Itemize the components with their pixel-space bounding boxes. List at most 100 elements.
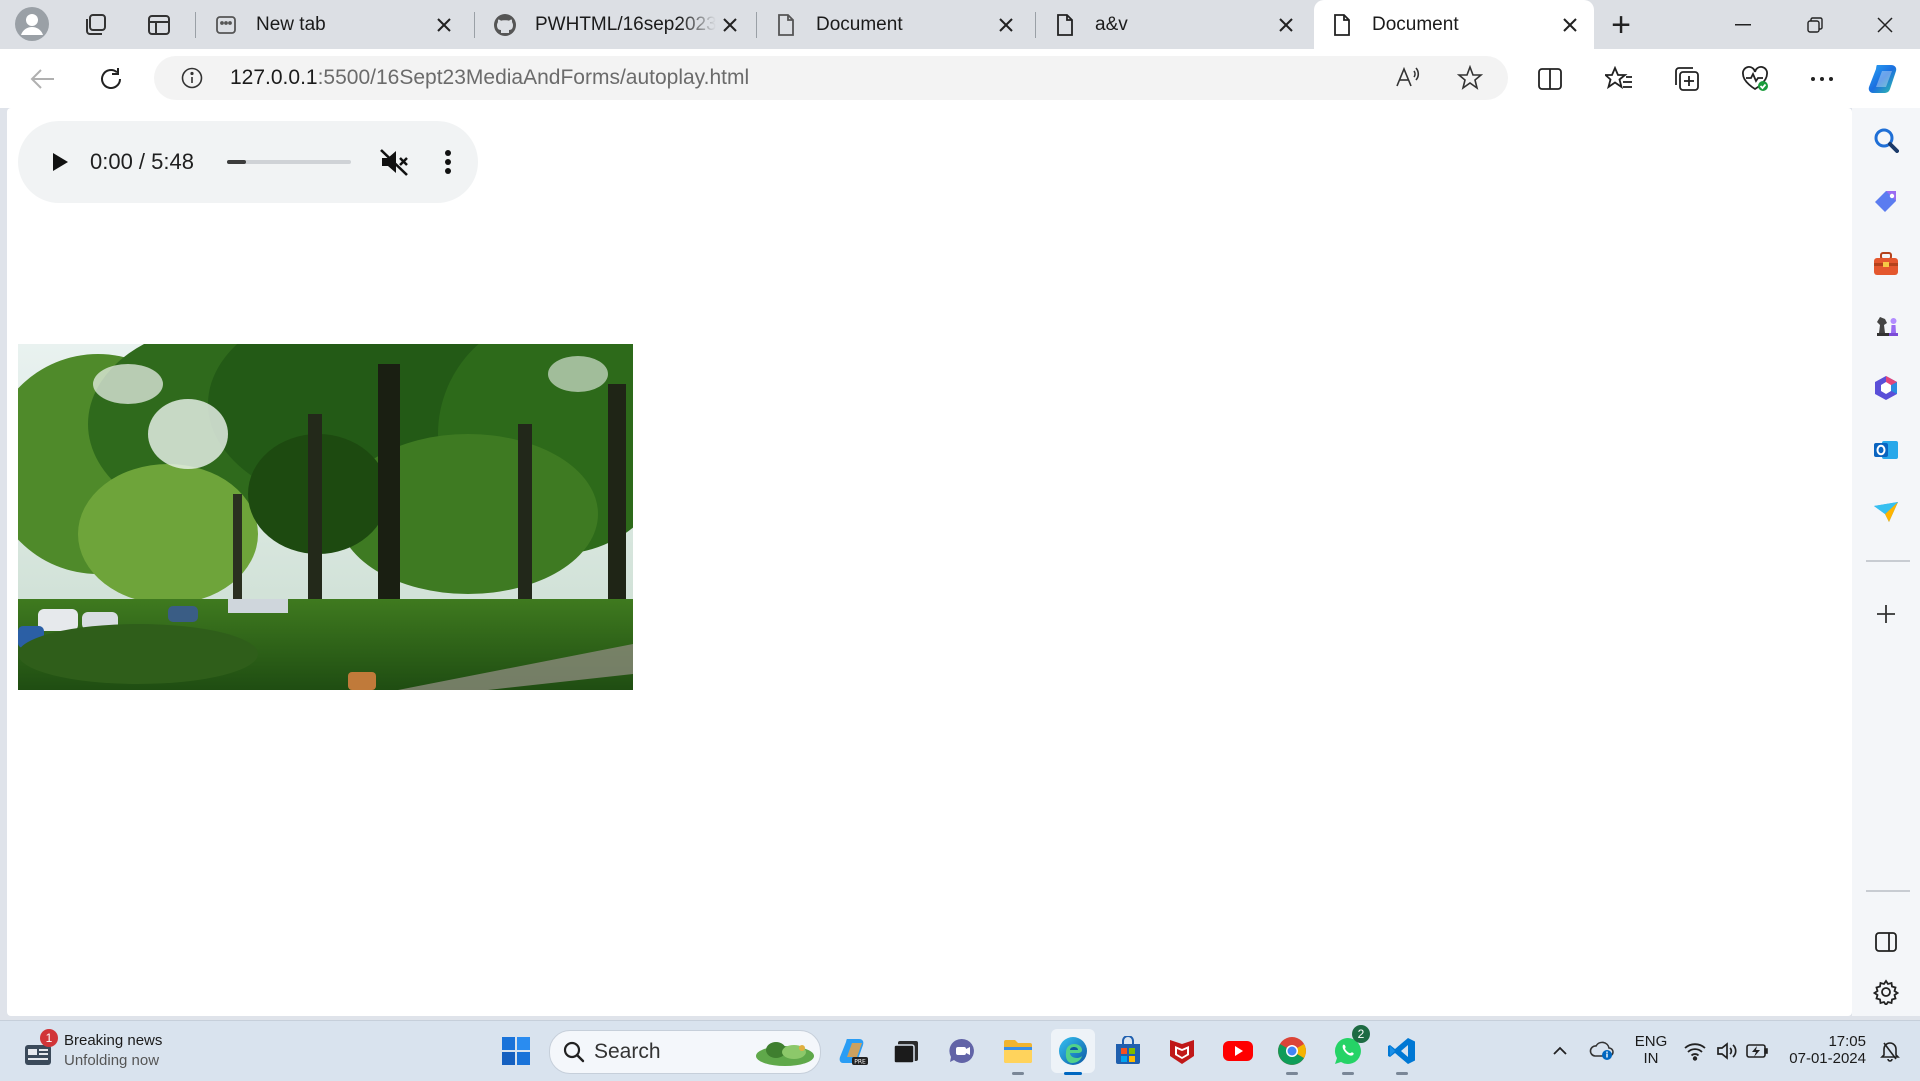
tab-title: Document — [1372, 13, 1459, 35]
clock-time: 17:05 — [1828, 1033, 1866, 1050]
favorite-star-icon[interactable] — [1456, 64, 1484, 92]
taskbar-search[interactable]: Search — [549, 1030, 821, 1074]
more-options-icon[interactable] — [1805, 62, 1839, 96]
notification-bell-icon[interactable] — [1872, 1029, 1908, 1073]
tab-separator — [1035, 12, 1036, 38]
copilot-preview-icon[interactable]: PRE — [832, 1029, 876, 1073]
start-button[interactable] — [494, 1029, 538, 1073]
restore-button[interactable] — [1780, 0, 1850, 49]
search-label: Search — [594, 1040, 661, 1063]
panel-icon[interactable] — [1866, 922, 1906, 962]
copilot-icon[interactable] — [1866, 60, 1904, 98]
vertical-tabs-icon[interactable] — [144, 10, 174, 40]
audio-progress — [227, 160, 246, 164]
tab-document[interactable]: Document — [758, 0, 1030, 49]
battery-charging-icon[interactable] — [1737, 1029, 1777, 1073]
svg-text:PRE: PRE — [854, 1059, 866, 1066]
audio-seek-bar[interactable] — [227, 160, 351, 164]
file-explorer-icon[interactable] — [996, 1029, 1040, 1075]
add-icon[interactable] — [1866, 594, 1906, 634]
github-icon — [493, 13, 517, 37]
running-indicator — [1342, 1072, 1354, 1075]
tab-separator — [195, 12, 196, 38]
profile-icon[interactable] — [14, 6, 50, 42]
search-icon[interactable] — [1866, 120, 1906, 160]
settings-icon[interactable] — [1866, 972, 1906, 1012]
language-line2: IN — [1643, 1050, 1659, 1067]
chess-icon[interactable] — [1866, 306, 1906, 346]
whatsapp-badge: 2 — [1352, 1025, 1370, 1043]
close-icon[interactable] — [1556, 11, 1584, 39]
muted-volume-icon[interactable] — [379, 147, 409, 177]
favorites-icon[interactable] — [1602, 62, 1636, 96]
browser-toolbar: 127.0.0.1:5500/16Sept23MediaAndForms/aut… — [0, 49, 1920, 108]
onedrive-icon[interactable] — [1582, 1029, 1622, 1073]
tab-separator — [474, 12, 475, 38]
microsoft-store-icon[interactable] — [1106, 1029, 1150, 1073]
news-badge: 1 — [40, 1029, 58, 1047]
tab-new-tab[interactable]: New tab — [198, 0, 468, 49]
taskbar: 1 Breaking news Unfolding now Search PRE — [0, 1020, 1920, 1081]
browser-essentials-icon[interactable] — [1738, 62, 1772, 96]
clock-date: 07-01-2024 — [1789, 1050, 1866, 1067]
clock[interactable]: 17:05 07-01-2024 — [1782, 1033, 1872, 1067]
task-view-icon[interactable] — [884, 1029, 928, 1073]
mcafee-icon[interactable] — [1160, 1029, 1204, 1073]
outlook-icon[interactable] — [1866, 430, 1906, 470]
close-window-button[interactable] — [1850, 0, 1920, 49]
edge-icon[interactable] — [1051, 1029, 1095, 1075]
back-icon[interactable] — [26, 62, 60, 96]
whatsapp-icon[interactable]: 2 — [1326, 1025, 1370, 1075]
close-icon[interactable] — [1272, 11, 1300, 39]
collections-icon[interactable] — [1670, 62, 1704, 96]
chevron-up-icon[interactable] — [1540, 1029, 1580, 1073]
document-icon — [1330, 13, 1354, 37]
youtube-icon[interactable] — [1216, 1029, 1260, 1073]
tag-icon[interactable] — [1866, 182, 1906, 222]
language-indicator[interactable]: ENG IN — [1628, 1033, 1674, 1067]
tab-github[interactable]: PWHTML/16sep2023 at — [477, 0, 754, 49]
address-bar[interactable]: 127.0.0.1:5500/16Sept23MediaAndForms/aut… — [154, 56, 1508, 100]
tab-a-and-v[interactable]: a&v — [1037, 0, 1310, 49]
vscode-icon[interactable] — [1380, 1029, 1424, 1075]
teams-chat-icon[interactable] — [940, 1029, 984, 1073]
url-text[interactable]: 127.0.0.1:5500/16Sept23MediaAndForms/aut… — [230, 56, 749, 100]
tab-bar: New tab PWHTML/16sep2023 at Document a&v… — [0, 0, 1920, 49]
new-tab-button[interactable]: + — [1604, 6, 1638, 44]
read-aloud-icon[interactable] — [1394, 64, 1422, 92]
document-icon — [1053, 13, 1077, 37]
close-icon[interactable] — [430, 11, 458, 39]
news-title: Breaking news — [64, 1032, 163, 1049]
news-widget[interactable]: 1 Breaking news Unfolding now — [22, 1029, 222, 1073]
language-line1: ENG — [1634, 1033, 1668, 1050]
close-icon[interactable] — [992, 11, 1020, 39]
edge-sidebar — [1852, 108, 1920, 1016]
page-content: 0:00 / 5:48 — [7, 108, 1852, 1016]
audio-time: 0:00 / 5:48 — [90, 149, 194, 174]
sidebar-divider — [1866, 890, 1910, 892]
send-icon[interactable] — [1866, 492, 1906, 532]
park-image — [18, 344, 633, 690]
split-screen-icon[interactable] — [1533, 62, 1567, 96]
tab-title: New tab — [256, 13, 326, 35]
toolbox-icon[interactable] — [1866, 244, 1906, 284]
refresh-icon[interactable] — [94, 62, 128, 96]
tab-title: Document — [816, 13, 903, 35]
site-info-icon[interactable] — [180, 66, 204, 90]
audio-menu-icon[interactable] — [442, 147, 454, 177]
tab-document-active[interactable]: Document — [1314, 0, 1594, 49]
tab-title: a&v — [1095, 13, 1128, 35]
close-icon[interactable] — [716, 11, 744, 39]
play-icon[interactable] — [46, 149, 72, 175]
new-tab-page-icon — [214, 13, 238, 37]
running-indicator — [1396, 1072, 1408, 1075]
news-subtitle: Unfolding now — [64, 1052, 160, 1069]
tab-title: PWHTML/16sep2023 at — [535, 13, 716, 35]
workspaces-icon[interactable] — [80, 10, 110, 40]
minimize-button[interactable] — [1708, 0, 1778, 49]
document-icon — [774, 13, 798, 37]
park-trees-photo — [18, 344, 633, 690]
audio-player[interactable]: 0:00 / 5:48 — [18, 121, 478, 203]
office-icon[interactable] — [1866, 368, 1906, 408]
chrome-icon[interactable] — [1270, 1029, 1314, 1075]
